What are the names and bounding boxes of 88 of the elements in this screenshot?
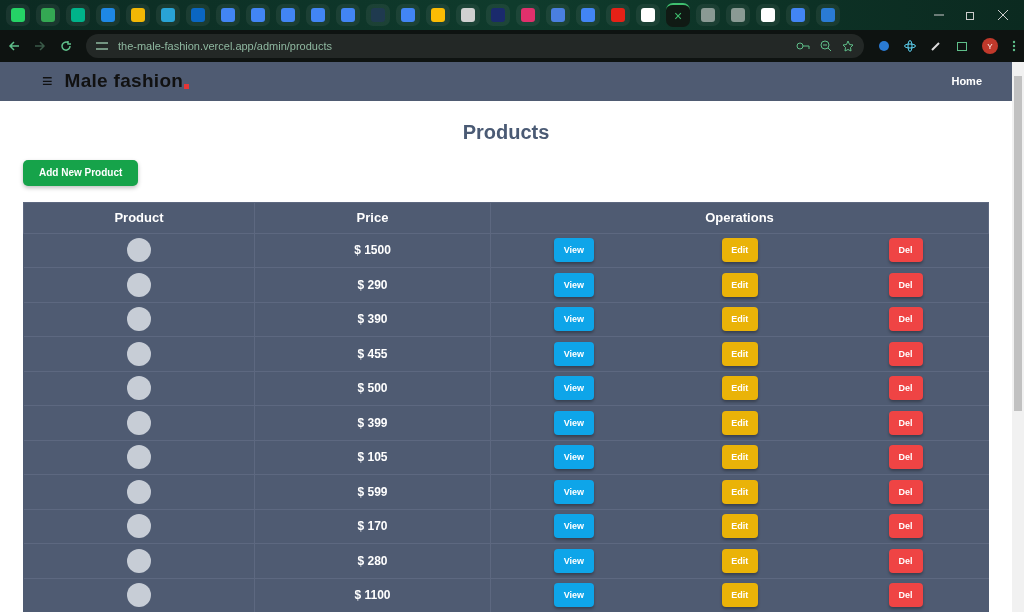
view-button[interactable]: View bbox=[553, 548, 594, 573]
price-cell: $ 399 bbox=[254, 405, 491, 440]
delete-button[interactable]: Del bbox=[888, 272, 923, 297]
page-title: Products bbox=[462, 120, 550, 144]
menu-button[interactable]: ≡ bbox=[42, 70, 53, 92]
column-header: Product bbox=[23, 202, 255, 233]
delete-button[interactable]: Del bbox=[888, 445, 923, 470]
add-product-button[interactable]: Add New Product bbox=[23, 159, 139, 186]
product-photo bbox=[126, 341, 151, 366]
browser-tab[interactable]: × bbox=[666, 3, 690, 27]
product-photo bbox=[126, 479, 151, 504]
kebab-menu-icon[interactable] bbox=[1012, 40, 1016, 52]
key-icon[interactable] bbox=[796, 41, 810, 51]
delete-button[interactable]: Del bbox=[888, 376, 923, 401]
close-tab-button[interactable]: × bbox=[673, 9, 683, 23]
reload-icon[interactable] bbox=[60, 40, 72, 52]
edit-button[interactable]: Edit bbox=[721, 376, 758, 401]
product-photo bbox=[126, 307, 151, 332]
view-button[interactable]: View bbox=[553, 583, 594, 608]
edit-button[interactable]: Edit bbox=[721, 445, 758, 470]
price-cell: $ 455 bbox=[254, 336, 491, 371]
edit-button[interactable]: Edit bbox=[721, 238, 758, 263]
delete-button[interactable]: Del bbox=[888, 238, 923, 263]
extension-icon[interactable] bbox=[878, 40, 890, 52]
price-cell: $ 500 bbox=[254, 371, 491, 406]
edit-button[interactable]: Edit bbox=[721, 307, 758, 332]
browser-tab[interactable] bbox=[426, 4, 450, 26]
site-settings-icon[interactable] bbox=[96, 41, 108, 51]
edit-button[interactable]: Edit bbox=[721, 341, 758, 366]
view-button[interactable]: View bbox=[553, 272, 594, 297]
browser-tab[interactable] bbox=[636, 4, 660, 26]
delete-button[interactable]: Del bbox=[888, 514, 923, 539]
profile-avatar[interactable]: Y bbox=[982, 38, 998, 54]
view-button[interactable]: View bbox=[553, 445, 594, 470]
browser-tab[interactable] bbox=[66, 4, 90, 26]
back-arrow-icon[interactable] bbox=[8, 40, 20, 52]
view-button[interactable]: View bbox=[553, 479, 594, 504]
edit-button[interactable]: Edit bbox=[721, 548, 758, 573]
product-photo bbox=[126, 583, 151, 608]
product-photo bbox=[126, 410, 151, 435]
price-cell: $ 280 bbox=[254, 543, 491, 578]
scrollbar[interactable] bbox=[1012, 62, 1024, 612]
site-logo[interactable]: Male fashion bbox=[64, 70, 184, 93]
zoom-icon[interactable] bbox=[820, 40, 832, 52]
delete-button[interactable]: Del bbox=[888, 583, 923, 608]
product-photo bbox=[126, 548, 151, 573]
forward-arrow-icon[interactable] bbox=[34, 40, 46, 52]
view-button[interactable]: View bbox=[553, 341, 594, 366]
edit-button[interactable]: Edit bbox=[721, 272, 758, 297]
price-cell: $ 1100 bbox=[254, 578, 491, 612]
view-button[interactable]: View bbox=[553, 410, 594, 435]
close-icon[interactable] bbox=[998, 10, 1008, 20]
restore-icon[interactable] bbox=[966, 10, 976, 20]
price-cell: $ 290 bbox=[254, 267, 491, 302]
delete-button[interactable]: Del bbox=[888, 548, 923, 573]
product-photo bbox=[126, 514, 151, 539]
atom-icon[interactable] bbox=[904, 40, 916, 52]
browser-tab[interactable] bbox=[456, 4, 480, 26]
price-cell: $ 390 bbox=[254, 302, 491, 337]
column-header: Operations bbox=[490, 202, 989, 233]
column-header: Price bbox=[254, 202, 491, 233]
delete-button[interactable]: Del bbox=[888, 341, 923, 366]
url-text: the-male-fashion.vercel.app/admin/products bbox=[118, 40, 332, 52]
edit-button[interactable]: Edit bbox=[721, 410, 758, 435]
view-button[interactable]: View bbox=[553, 307, 594, 332]
browser-tab[interactable] bbox=[6, 4, 30, 26]
address-bar[interactable]: the-male-fashion.vercel.app/admin/products bbox=[86, 34, 864, 58]
view-button[interactable]: View bbox=[553, 376, 594, 401]
edit-button[interactable]: Edit bbox=[721, 583, 758, 608]
edit-button[interactable]: Edit bbox=[721, 479, 758, 504]
price-cell: $ 105 bbox=[254, 440, 491, 475]
delete-button[interactable]: Del bbox=[888, 410, 923, 435]
star-icon[interactable] bbox=[842, 40, 854, 52]
product-photo bbox=[126, 238, 151, 263]
product-photo bbox=[126, 272, 151, 297]
edit-button[interactable]: Edit bbox=[721, 514, 758, 539]
delete-button[interactable]: Del bbox=[888, 479, 923, 504]
price-cell: $ 1500 bbox=[254, 233, 491, 268]
view-button[interactable]: View bbox=[553, 514, 594, 539]
home-link[interactable]: Home bbox=[951, 75, 982, 88]
price-cell: $ 599 bbox=[254, 474, 491, 509]
browser-tab[interactable] bbox=[756, 4, 780, 26]
browser-tab[interactable] bbox=[126, 4, 150, 26]
product-photo bbox=[126, 445, 151, 470]
view-button[interactable]: View bbox=[553, 238, 594, 263]
price-cell: $ 170 bbox=[254, 509, 491, 544]
product-photo bbox=[126, 376, 151, 401]
delete-button[interactable]: Del bbox=[888, 307, 923, 332]
